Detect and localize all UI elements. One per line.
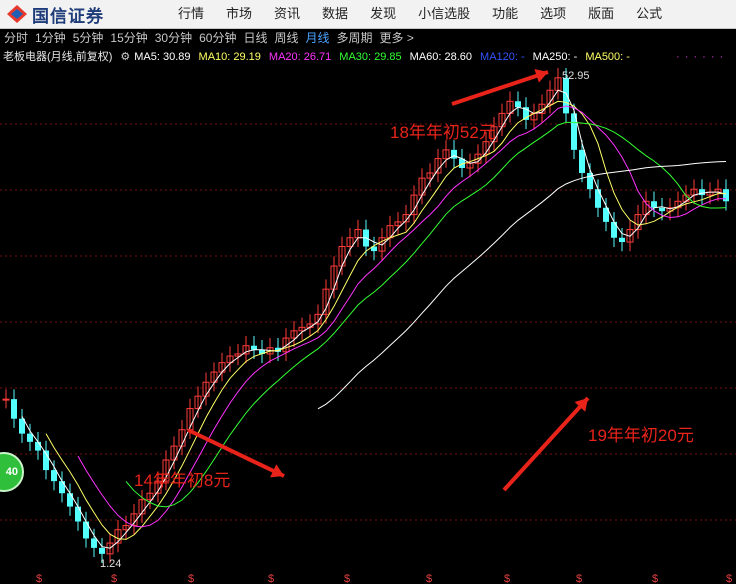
candle-body xyxy=(99,547,105,554)
menu-item-4[interactable]: 发现 xyxy=(370,0,396,28)
brand-logo[interactable]: 国信证券 xyxy=(6,3,104,27)
menu-item-1[interactable]: 市场 xyxy=(226,0,252,28)
moving-average-lines xyxy=(21,89,727,549)
dividend-mark: $ xyxy=(36,573,42,584)
dividend-mark: $ xyxy=(726,573,732,584)
ma-line xyxy=(125,121,727,508)
low-price-label: 1.24 xyxy=(100,558,121,570)
candle-body xyxy=(579,149,585,173)
menu-item-7[interactable]: 选项 xyxy=(540,0,566,28)
badge-text: 40 xyxy=(5,466,18,478)
kline-chart[interactable]: $ $ $ $ $ $ $ $ $ $ 52.95 1.24 xyxy=(0,66,736,584)
dividend-markers: $ $ $ $ $ $ $ $ $ $ xyxy=(36,573,732,584)
ma-label-4: MA60: 28.60 xyxy=(409,51,473,63)
dividend-mark: $ xyxy=(426,573,432,584)
ma-label-2: MA20: 26.71 xyxy=(268,51,332,63)
period-tab-6[interactable]: 日线 xyxy=(243,29,267,47)
brand-name: 国信证券 xyxy=(32,6,104,27)
candle-body xyxy=(11,399,17,419)
candle-body xyxy=(651,201,657,208)
ma-label-3: MA30: 29.85 xyxy=(339,51,402,63)
candlestick-series xyxy=(2,68,729,564)
candle-body xyxy=(619,237,625,243)
ma-line xyxy=(77,105,726,528)
menu-item-8[interactable]: 版面 xyxy=(588,0,614,28)
ma-label-0: MA5: 30.89 xyxy=(134,51,191,63)
high-price-label: 52.95 xyxy=(562,70,590,82)
annotation-arrow xyxy=(502,396,590,492)
main-menu: 行情 市场 资讯 数据 发现 小信选股 功能 选项 版面 公式 xyxy=(178,0,684,28)
menu-item-5[interactable]: 小信选股 xyxy=(418,0,470,28)
stock-title: 老板电器(月线,前复权) xyxy=(3,51,113,63)
candle-body xyxy=(91,538,97,548)
candle-body xyxy=(67,493,73,507)
annotation-2019: 19年年初20元 xyxy=(588,426,694,445)
ma-label-7: MA500: - xyxy=(585,51,630,63)
period-tab-1[interactable]: 1分钟 xyxy=(35,29,66,47)
dividend-mark: $ xyxy=(268,573,274,584)
candle-body xyxy=(2,398,10,401)
candle-body xyxy=(75,506,81,522)
candle-body xyxy=(699,189,705,196)
menu-item-6[interactable]: 功能 xyxy=(492,0,518,28)
more-dots-icon[interactable]: · · · · · · xyxy=(676,51,724,63)
ma-line xyxy=(21,89,727,549)
dividend-mark: $ xyxy=(188,573,194,584)
candle-body xyxy=(595,189,601,208)
candle-body xyxy=(35,441,41,451)
period-tab-3[interactable]: 15分钟 xyxy=(110,29,147,47)
candle-body xyxy=(251,345,257,350)
period-tab-7[interactable]: 周线 xyxy=(274,29,298,47)
annotation-2018: 18年年初52元 xyxy=(390,123,496,142)
chart-grid xyxy=(0,123,736,521)
logo-diamond-icon xyxy=(6,4,28,24)
candle-body xyxy=(27,433,33,442)
ma-values: MA5: 30.89 MA10: 29.19 MA20: 26.71 MA30: 29… xyxy=(134,48,638,66)
annotation-arrow xyxy=(451,70,549,106)
dividend-mark: $ xyxy=(111,573,117,584)
annotation-2014: 14年年初8元 xyxy=(134,471,231,490)
ma-line xyxy=(317,161,727,410)
ma-legend: 老板电器(月线,前复权) ⚙ MA5: 30.89 MA10: 29.19 MA20… xyxy=(0,48,736,66)
ma-label-6: MA250: - xyxy=(532,51,578,63)
period-tab-0[interactable]: 分时 xyxy=(4,29,28,47)
candle-body xyxy=(563,77,569,114)
period-tab-4[interactable]: 30分钟 xyxy=(155,29,192,47)
period-tab-10[interactable]: 更多 > xyxy=(380,29,414,47)
candle-body xyxy=(83,521,89,539)
menu-item-9[interactable]: 公式 xyxy=(636,0,662,28)
dividend-mark: $ xyxy=(344,573,350,584)
settings-gear-icon[interactable]: ⚙ xyxy=(120,48,130,66)
ma-label-1: MA10: 29.19 xyxy=(198,51,261,63)
ma-label-5: MA120: - xyxy=(480,51,525,63)
period-tab-8[interactable]: 月线 xyxy=(306,29,330,47)
candle-body xyxy=(659,207,665,212)
top-menu-bar: 国信证券 行情 市场 资讯 数据 发现 小信选股 功能 选项 版面 公式 xyxy=(0,0,736,29)
period-tab-2[interactable]: 5分钟 xyxy=(73,29,104,47)
period-tab-5[interactable]: 60分钟 xyxy=(199,29,236,47)
period-tab-9[interactable]: 多周期 xyxy=(337,29,373,47)
candle-body xyxy=(59,481,65,494)
candle-body xyxy=(51,470,57,482)
candle-body xyxy=(723,189,729,202)
menu-item-3[interactable]: 数据 xyxy=(322,0,348,28)
dividend-mark: $ xyxy=(504,573,510,584)
menu-item-0[interactable]: 行情 xyxy=(178,0,204,28)
dividend-mark: $ xyxy=(576,573,582,584)
menu-item-2[interactable]: 资讯 xyxy=(274,0,300,28)
candle-body xyxy=(515,101,521,108)
dividend-mark: $ xyxy=(652,573,658,584)
period-tabs: 分时 1分钟 5分钟 15分钟 30分钟 60分钟 日线 周线 月线 多周期 更多 > xyxy=(0,29,736,47)
